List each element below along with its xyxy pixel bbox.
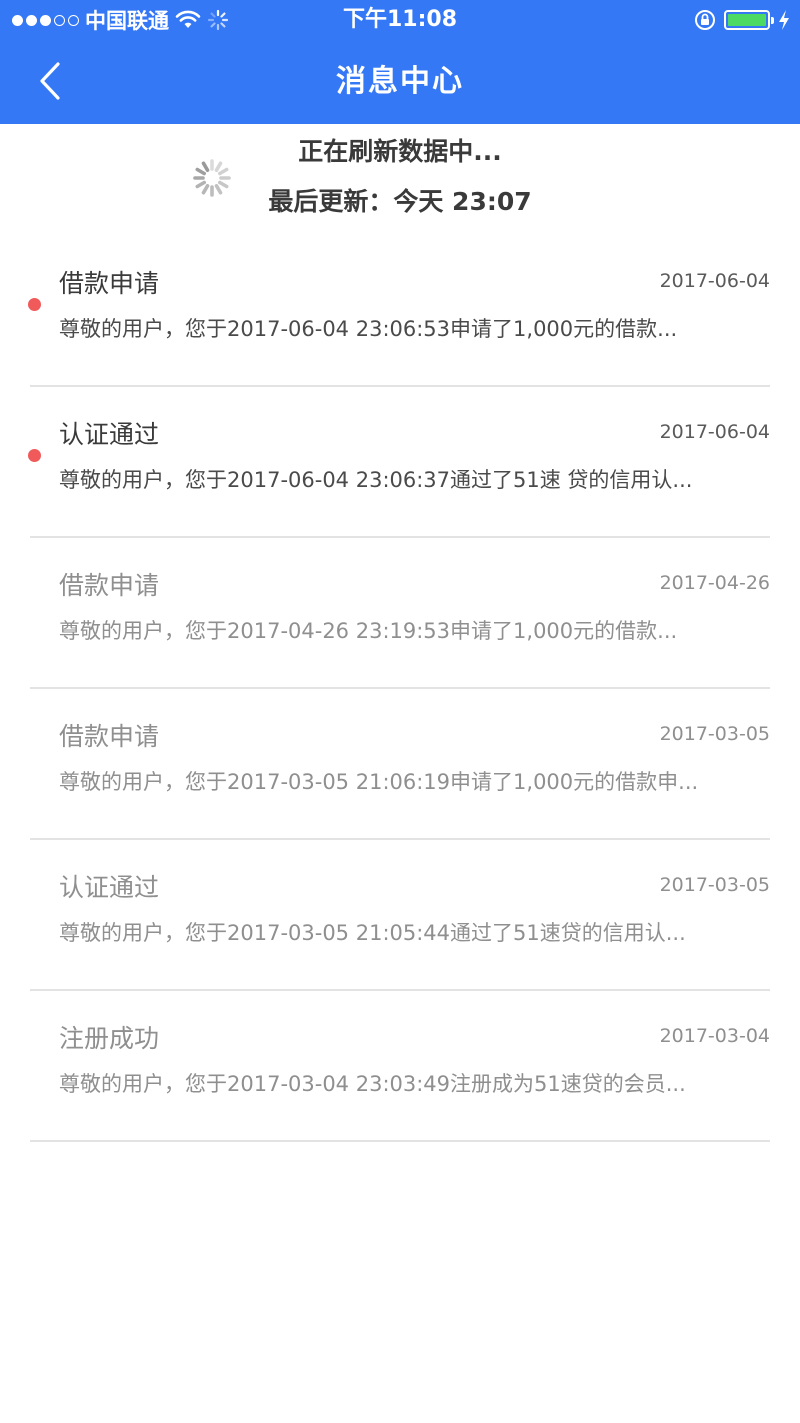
- orientation-lock-icon: [695, 10, 715, 30]
- message-date: 2017-03-05: [659, 723, 770, 745]
- app-header: 中国联通 下午11:08 消息中心: [0, 0, 800, 124]
- status-right: [694, 6, 790, 34]
- charging-bolt-icon: [779, 10, 789, 30]
- unread-dot-icon: [28, 449, 41, 462]
- message-preview: 尊敬的用户，您于2017-03-04 23:03:49注册成为51速贷的会员..…: [59, 1072, 686, 1096]
- message-title: 认证通过: [59, 873, 160, 902]
- message-preview: 尊敬的用户，您于2017-04-26 23:19:53申请了1,000元的借款.…: [59, 619, 678, 643]
- last-updated-text: 最后更新：今天 23:07: [268, 187, 532, 216]
- refresh-status-text: 正在刷新数据中...: [298, 137, 502, 166]
- message-item[interactable]: 注册成功 2017-03-04 尊敬的用户，您于2017-03-04 23:03…: [30, 991, 770, 1142]
- message-date: 2017-03-05: [659, 874, 770, 896]
- message-title: 借款申请: [59, 269, 160, 298]
- message-date: 2017-06-04: [659, 421, 770, 443]
- message-preview: 尊敬的用户，您于2017-06-04 23:06:37通过了51速 贷的信用认.…: [59, 468, 693, 492]
- message-item[interactable]: 认证通过 2017-03-05 尊敬的用户，您于2017-03-05 21:05…: [30, 840, 770, 991]
- message-title: 认证通过: [59, 420, 160, 449]
- message-list: 借款申请 2017-06-04 尊敬的用户，您于2017-06-04 23:06…: [0, 236, 800, 1142]
- message-date: 2017-04-26: [659, 572, 770, 594]
- back-button[interactable]: [30, 58, 70, 104]
- battery-icon: [724, 10, 774, 30]
- message-preview: 尊敬的用户，您于2017-06-04 23:06:53申请了1,000元的借款.…: [59, 317, 678, 341]
- message-title: 注册成功: [59, 1024, 160, 1053]
- pull-to-refresh: 正在刷新数据中... 最后更新：今天 23:07: [0, 124, 800, 236]
- message-date: 2017-06-04: [659, 270, 770, 292]
- message-title: 借款申请: [59, 571, 160, 600]
- nav-bar: 消息中心: [0, 40, 800, 124]
- battery-fill: [728, 14, 766, 26]
- message-item[interactable]: 借款申请 2017-03-05 尊敬的用户，您于2017-03-05 21:06…: [30, 689, 770, 840]
- message-item[interactable]: 借款申请 2017-04-26 尊敬的用户，您于2017-04-26 23:19…: [30, 538, 770, 689]
- message-preview: 尊敬的用户，您于2017-03-05 21:05:44通过了51速贷的信用认..…: [59, 921, 686, 945]
- message-item[interactable]: 借款申请 2017-06-04 尊敬的用户，您于2017-06-04 23:06…: [28, 236, 770, 387]
- status-bar: 中国联通 下午11:08: [0, 0, 800, 40]
- message-title: 借款申请: [59, 722, 160, 751]
- message-date: 2017-03-04: [659, 1025, 770, 1047]
- unread-dot-icon: [28, 298, 41, 311]
- status-time: 下午11:08: [342, 7, 458, 32]
- chevron-left-icon: [40, 62, 60, 100]
- message-item[interactable]: 认证通过 2017-06-04 尊敬的用户，您于2017-06-04 23:06…: [28, 387, 770, 538]
- page-title: 消息中心: [336, 64, 464, 99]
- message-preview: 尊敬的用户，您于2017-03-05 21:06:19申请了1,000元的借款申…: [59, 770, 699, 794]
